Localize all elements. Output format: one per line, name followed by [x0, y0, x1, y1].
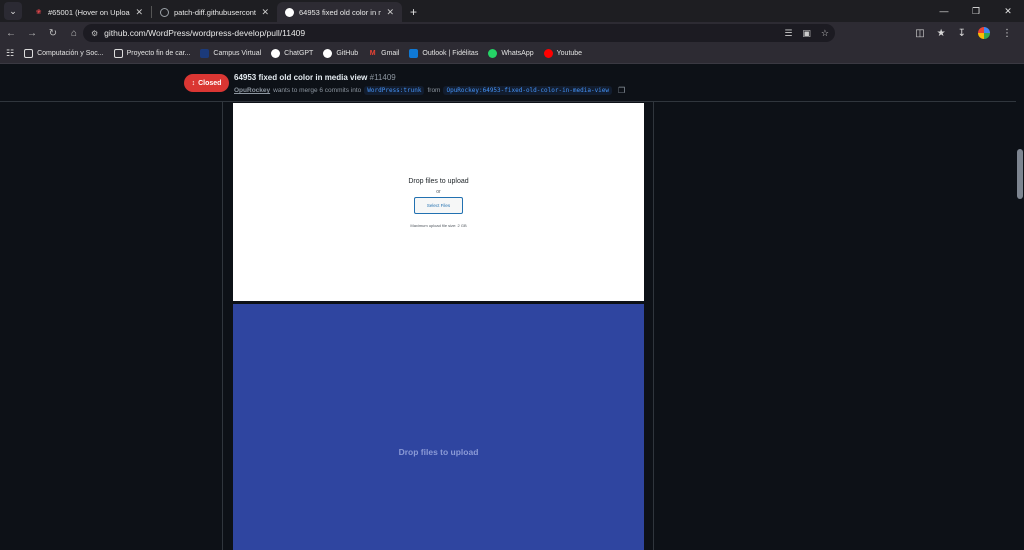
wordpress-icon: ❀: [35, 9, 42, 16]
screenshot-after: Drop files to upload: [233, 304, 644, 550]
tab-3-active[interactable]: 64953 fixed old color in media view ✕: [277, 2, 402, 22]
browser-toolbar: ← → ↻ ⌂ ⚙ github.com/WordPress/wordpress…: [0, 22, 1024, 44]
status-text: Closed: [198, 79, 222, 87]
bookmark-label: GitHub: [336, 50, 359, 57]
reload-icon[interactable]: ↻: [43, 23, 63, 43]
page-title: 64953 fixed old color in media view #114…: [234, 73, 396, 82]
github-icon: [285, 7, 294, 17]
whatsapp-icon: [488, 49, 498, 58]
home-icon[interactable]: ⌂: [64, 23, 84, 43]
download-icon[interactable]: ↧: [958, 28, 966, 39]
pr-title-text: 64953 fixed old color in media view: [234, 73, 368, 82]
bookmark-item[interactable]: Proyecto fin de car...: [113, 49, 191, 58]
apps-icon[interactable]: ☷: [6, 48, 14, 59]
tab-search-button[interactable]: ⌄: [4, 2, 22, 20]
github-icon: [323, 49, 333, 58]
url-text: github.com/WordPress/wordpress-develop/p…: [104, 28, 306, 38]
folder-icon: [113, 49, 123, 58]
author-link[interactable]: OpuRockey: [234, 87, 270, 94]
toolbar-right: ◫ ★ ↧ ⋮: [915, 22, 1012, 44]
tab-title: 64953 fixed old color in media view: [299, 7, 382, 17]
chatgpt-icon: [271, 49, 281, 58]
restore-icon[interactable]: ❐: [960, 0, 992, 22]
bookmark-item[interactable]: GitHub: [323, 49, 358, 58]
bookmark-item[interactable]: WhatsApp: [488, 49, 534, 58]
meta-text: wants to merge 6 commits into: [273, 87, 362, 94]
outlook-icon: [409, 49, 419, 58]
address-bar[interactable]: ⚙ github.com/WordPress/wordpress-develop…: [83, 24, 835, 42]
bookmark-item[interactable]: Computación y Soc...: [24, 49, 104, 58]
bookmark-item[interactable]: Outlook | Fidélitas: [409, 49, 478, 58]
scroll-thumb[interactable]: [1017, 149, 1023, 199]
tab-2[interactable]: patch-diff.githubusercontent.com ✕: [152, 2, 277, 22]
copy-icon[interactable]: ❐: [618, 86, 625, 95]
drop-files-title: Drop files to upload: [408, 178, 469, 185]
pr-closed-icon: ↕: [191, 79, 196, 87]
base-branch-link[interactable]: WordPress:trunk: [364, 86, 425, 95]
omnibox-actions: ☰ ▣ ☆: [784, 24, 829, 42]
new-tab-icon[interactable]: +: [410, 5, 417, 19]
tab-strip: ⌄ ❀ #65001 (Hover on Upload files tab) ✕…: [0, 0, 1024, 22]
pr-meta: OpuRockey wants to merge 6 commits into …: [234, 86, 625, 95]
or-text: or: [436, 189, 441, 195]
bookmark-label: Computación y Soc...: [37, 50, 104, 57]
back-icon[interactable]: ←: [1, 23, 21, 43]
youtube-icon: [543, 49, 553, 58]
bookmark-label: Outlook | Fidélitas: [422, 50, 479, 57]
window-close-icon[interactable]: ✕: [992, 0, 1024, 22]
reading-list-icon[interactable]: ★: [937, 28, 946, 39]
close-icon[interactable]: ✕: [386, 7, 394, 18]
bookmark-item[interactable]: Campus Virtual: [200, 49, 261, 58]
bookmark-label: Campus Virtual: [213, 50, 262, 57]
campus-icon: [200, 49, 210, 58]
bookmark-item[interactable]: ChatGPT: [271, 49, 313, 58]
gmail-icon: M: [369, 50, 376, 57]
folder-icon: [24, 49, 34, 58]
bookmark-label: Proyecto fin de car...: [126, 50, 191, 57]
bookmark-label: ChatGPT: [284, 50, 314, 57]
status-badge: ↕ Closed: [184, 74, 229, 92]
head-branch-link[interactable]: OpuRockey:64953-fixed-old-color-in-media…: [443, 86, 613, 95]
profile-avatar[interactable]: [978, 27, 990, 39]
translate-icon[interactable]: ☰: [784, 28, 792, 39]
page-content: ↕ Closed 64953 fixed old color in media …: [0, 65, 1024, 550]
bookmark-label: WhatsApp: [501, 50, 534, 57]
menu-icon[interactable]: ⋮: [1002, 28, 1012, 39]
pr-number: #11409: [369, 73, 396, 82]
bookmark-label: Gmail: [381, 50, 400, 57]
minimize-icon[interactable]: —: [928, 0, 960, 22]
close-icon[interactable]: ✕: [261, 7, 269, 18]
from-text: from: [427, 87, 441, 94]
close-icon[interactable]: ✕: [135, 7, 143, 18]
select-files-button: Select Files: [414, 197, 463, 214]
bookmarks-bar: ☷ Computación y Soc... Proyecto fin de c…: [0, 44, 1024, 64]
tab-title: patch-diff.githubusercontent.com: [174, 7, 256, 17]
forward-icon[interactable]: →: [22, 23, 42, 43]
tab-1[interactable]: ❀ #65001 (Hover on Upload files tab) ✕: [26, 2, 151, 22]
bookmark-item[interactable]: M Gmail: [368, 49, 400, 58]
drop-overlay-title: Drop files to upload: [398, 447, 479, 457]
bookmark-label: Youtube: [556, 50, 583, 57]
bookmark-item[interactable]: Youtube: [543, 49, 583, 58]
site-info-icon[interactable]: ⚙: [91, 29, 98, 38]
cast-icon[interactable]: ▣: [802, 28, 811, 39]
window-controls: — ❐ ✕: [928, 0, 1024, 22]
bookmark-star-icon[interactable]: ☆: [821, 28, 829, 39]
screenshot-before: Drop files to upload or Select Files Max…: [233, 103, 644, 301]
pr-sticky-header: ↕ Closed 64953 fixed old color in media …: [0, 65, 1016, 102]
globe-icon: [160, 7, 169, 17]
extensions-icon[interactable]: ◫: [915, 28, 924, 39]
tab-title: #65001 (Hover on Upload files tab): [48, 7, 130, 17]
scrollbar[interactable]: [1016, 65, 1024, 550]
max-upload-size: Maximum upload file size: 2 GB: [410, 223, 467, 228]
